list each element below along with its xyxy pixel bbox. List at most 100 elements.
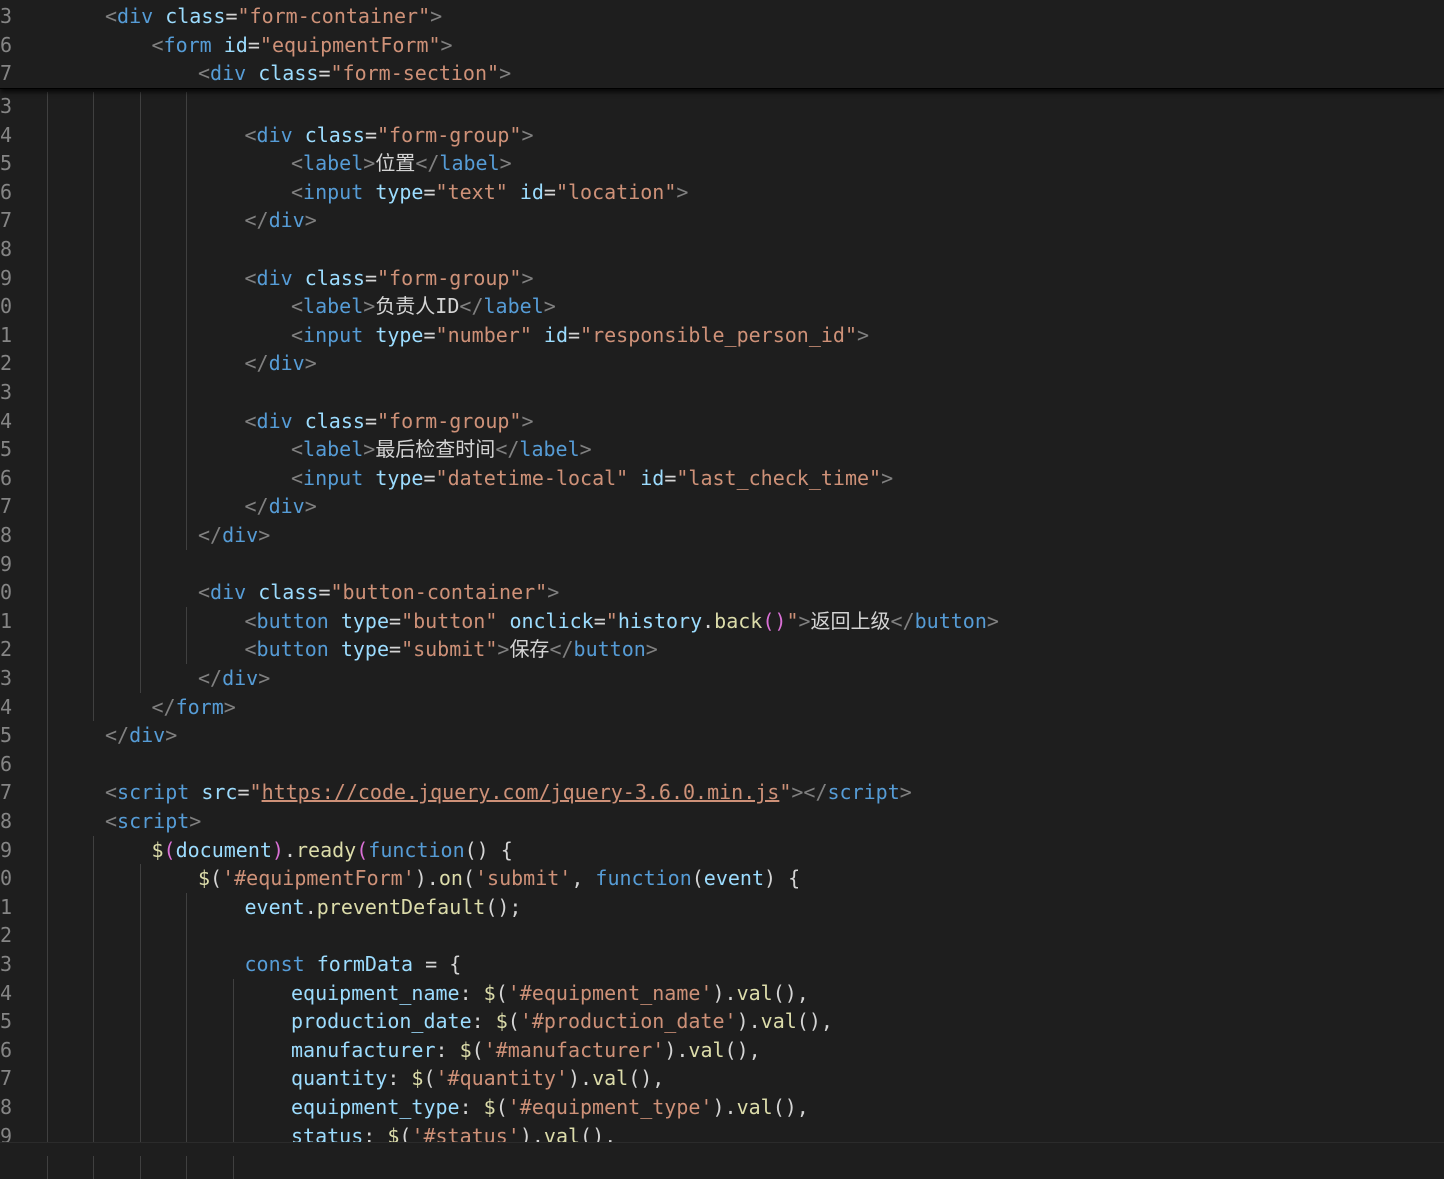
code-line[interactable]: 50<label>负责人ID</label>: [0, 292, 1444, 320]
code-line[interactable]: 67<script src="https://code.jquery.com/j…: [0, 778, 1444, 806]
code-line[interactable]: 68 <script>: [0, 807, 1444, 835]
code-line[interactable]: 48: [0, 235, 1444, 263]
line-number: 61: [0, 608, 13, 633]
code-line[interactable]: 49 <div class="form-group">: [0, 264, 1444, 292]
indent-guide: [186, 892, 187, 1179]
code-line[interactable]: 69$(document).ready(function() {: [0, 836, 1444, 864]
code-token: =: [389, 637, 402, 662]
line-number: 71: [0, 894, 13, 919]
code-line[interactable]: 65 </div>: [0, 721, 1444, 749]
code-line[interactable]: 76 manufacturer: $('#manufacturer').val()…: [0, 1036, 1444, 1064]
code-line[interactable]: 63 </div>: [0, 664, 1444, 692]
code-token: const: [244, 952, 305, 976]
code-line[interactable]: 51<input type="number" id="responsible_p…: [0, 321, 1444, 349]
code-token: ).: [567, 1066, 593, 1091]
line-number: 64: [0, 694, 13, 719]
code-line[interactable]: 52 </div>: [0, 349, 1444, 377]
code-token[interactable]: https://code.jquery.com/jquery-3.6.0.min…: [262, 780, 780, 804]
code-line[interactable]: 56<input type="datetime-local" id="last_…: [0, 464, 1444, 492]
code-line[interactable]: 46<input type="text" id="location">: [0, 178, 1444, 206]
code-token: ready: [296, 837, 357, 862]
code-line[interactable]: 64 </form>: [0, 693, 1444, 721]
code-token: button: [256, 608, 329, 633]
code-text: <label>最后检查时间</label>: [291, 435, 592, 463]
code-line[interactable]: 77 quantity: $('#quantity').val(),: [0, 1064, 1444, 1092]
code-text: <script>: [105, 807, 201, 835]
code-token: =: [568, 322, 581, 347]
code-token: >: [579, 437, 592, 462]
code-token: '#equipmentForm': [222, 866, 415, 891]
code-token: label: [303, 437, 364, 462]
code-line[interactable]: 03 <div class="form-container">: [0, 2, 1444, 30]
code-token: type: [375, 465, 424, 490]
code-line[interactable]: 71 event.preventDefault();: [0, 893, 1444, 921]
code-token: </: [244, 208, 269, 233]
code-token: ).: [736, 1009, 761, 1034]
code-line[interactable]: 60 <div class="button-container">: [0, 578, 1444, 606]
code-line[interactable]: 58 </div>: [0, 521, 1444, 549]
horizontal-scrollbar[interactable]: [0, 1142, 1444, 1156]
code-token: formData: [316, 952, 414, 976]
code-line[interactable]: 62<button type="submit">保存</button>: [0, 635, 1444, 663]
code-token: div: [256, 408, 293, 433]
code-token: function: [595, 866, 692, 891]
code-text: $('#equipmentForm').on('submit', functio…: [198, 864, 800, 892]
code-token: <: [244, 608, 257, 633]
code-token: =: [364, 265, 377, 290]
code-line[interactable]: 45<label>位置</label>: [0, 149, 1444, 177]
code-token: 保存: [509, 637, 550, 662]
code-line[interactable]: 75 production_date: $('#production_date')…: [0, 1007, 1444, 1035]
code-token: label: [303, 151, 364, 176]
code-token: div: [129, 723, 166, 748]
code-token: =: [364, 122, 377, 147]
code-editor[interactable]: 03<div class="form-container">06<form id…: [0, 0, 1444, 1179]
code-line[interactable]: 72: [0, 921, 1444, 949]
line-number: 46: [0, 179, 13, 204]
code-line[interactable]: 59: [0, 550, 1444, 578]
code-line[interactable]: 61<button type="button" onclick="history…: [0, 607, 1444, 635]
code-line[interactable]: 44 <div class="form-group">: [0, 121, 1444, 149]
line-number: 59: [0, 551, 13, 576]
code-line[interactable]: 74 equipment_name: $('#equipment_name').v…: [0, 979, 1444, 1007]
code-line[interactable]: 66: [0, 750, 1444, 778]
code-token: on: [438, 866, 463, 891]
code-token: :: [459, 1095, 484, 1119]
code-line[interactable]: 78 equipment_type: $('#equipment_type').v…: [0, 1093, 1444, 1121]
code-token: "form-group": [376, 408, 522, 433]
code-line[interactable]: 57 </div>: [0, 492, 1444, 520]
code-token: ) {: [764, 866, 801, 891]
sticky-scroll-header[interactable]: 03<div class="form-container">06<form id…: [0, 0, 1444, 89]
code-line[interactable]: 70$('#equipmentForm').on('submit', funct…: [0, 864, 1444, 892]
code-token: (: [691, 866, 704, 891]
code-line[interactable]: 47 </div>: [0, 206, 1444, 234]
line-number: 47: [0, 208, 13, 233]
code-text: <form id="equipmentForm">: [152, 31, 453, 59]
code-token: :: [435, 1037, 460, 1062]
line-number: 76: [0, 1037, 13, 1062]
code-line[interactable]: 55<label>最后检查时间</label>: [0, 435, 1444, 463]
code-token: id: [640, 465, 665, 490]
code-line[interactable]: 06 <form id="equipmentForm">: [0, 31, 1444, 59]
code-token: <: [244, 265, 257, 290]
code-line[interactable]: 54 <div class="form-group">: [0, 407, 1444, 435]
code-line[interactable]: 53: [0, 378, 1444, 406]
code-line[interactable]: 43: [0, 92, 1444, 120]
code-token: '#production_date': [519, 1009, 737, 1034]
indent-guide: [93, 835, 94, 1179]
code-token: <: [291, 294, 304, 319]
code-line[interactable]: 07 <div class="form-section">: [0, 59, 1444, 87]
code-token: label: [303, 294, 364, 319]
code-text: <div class="form-group">: [245, 407, 534, 435]
code-token: class: [258, 61, 319, 86]
code-token: type: [340, 608, 390, 633]
code-token: $: [459, 1037, 472, 1062]
code-token: function: [368, 837, 465, 862]
code-token: (: [462, 866, 475, 891]
code-line[interactable]: 73 const formData = {: [0, 950, 1444, 978]
code-token: >: [363, 294, 376, 319]
code-token: val: [736, 980, 773, 1005]
code-token: >: [497, 637, 510, 662]
